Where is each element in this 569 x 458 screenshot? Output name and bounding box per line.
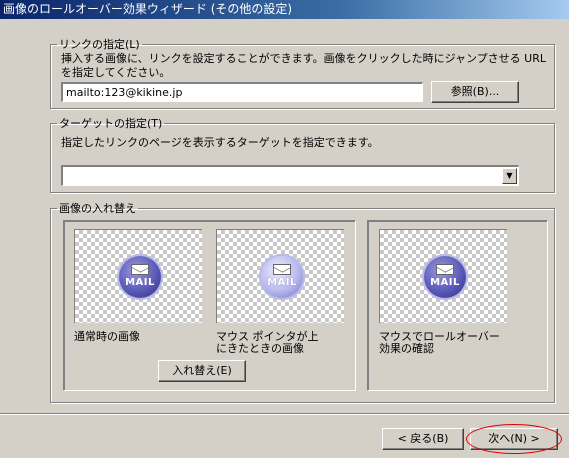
hover-image-caption: マウス ポインタが上にきたときの画像: [216, 330, 319, 355]
rollover-preview-caption: マウスでロールオーバー効果の確認: [379, 330, 500, 355]
target-group-legend: ターゲットの指定(T): [59, 117, 163, 130]
normal-image-caption: 通常時の画像: [74, 330, 140, 343]
swap-button[interactable]: 入れ替え(E): [158, 360, 246, 382]
swap-group-legend: 画像の入れ替え: [59, 202, 136, 215]
normal-image-preview: MAIL: [74, 229, 202, 323]
browse-button[interactable]: 参照(B)...: [431, 81, 519, 103]
hover-image-preview: MAIL: [216, 229, 344, 323]
link-group-legend: リンクの指定(L): [59, 38, 140, 51]
target-select[interactable]: ▼: [61, 165, 519, 186]
link-description: 挿入する画像に、リンクを設定することができます。画像をクリックした時にジャンプさ…: [61, 52, 547, 79]
mail-icon: MAIL: [424, 256, 466, 298]
window-title: 画像のロールオーバー効果ウィザード (その他の設定): [0, 0, 569, 19]
footer-separator: [0, 413, 569, 415]
url-input[interactable]: [61, 82, 423, 102]
mail-icon: MAIL: [119, 256, 161, 298]
mail-icon: MAIL: [261, 256, 303, 298]
combo-arrow-icon[interactable]: ▼: [502, 168, 517, 184]
rollover-preview[interactable]: MAIL: [379, 229, 507, 323]
target-description: 指定したリンクのページを表示するターゲットを指定できます。: [61, 136, 379, 149]
next-button[interactable]: 次へ(N) >: [470, 428, 558, 450]
back-button[interactable]: < 戻る(B): [382, 428, 464, 450]
